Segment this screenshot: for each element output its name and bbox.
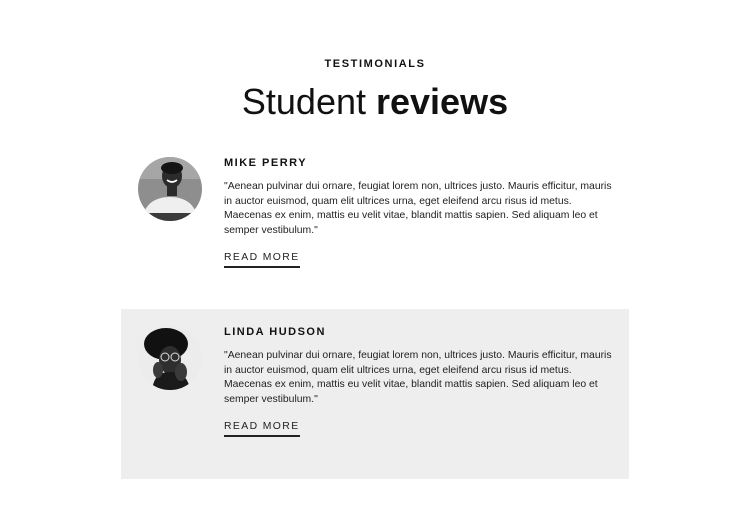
reviewer-name: MIKE PERRY — [224, 157, 308, 169]
read-more-link[interactable]: READ MORE — [224, 252, 300, 268]
read-more-link[interactable]: READ MORE — [224, 421, 300, 437]
avatar — [138, 157, 202, 221]
review-quote: "Aenean pulvinar dui ornare, feugiat lor… — [224, 350, 612, 405]
testimonials-section: TESTIMONIALS Student reviews MIKE PERRY … — [0, 0, 750, 529]
section-title-light: Student — [241, 81, 376, 122]
review-card-highlighted: LINDA HUDSON "Aenean pulvinar dui ornare… — [121, 309, 629, 479]
review-quote: "Aenean pulvinar dui ornare, feugiat lor… — [224, 181, 612, 236]
section-title: Student reviews — [0, 80, 750, 124]
person-photo-icon — [138, 157, 202, 221]
avatar — [138, 326, 202, 390]
review-card: MIKE PERRY "Aenean pulvinar dui ornare, … — [121, 140, 629, 310]
section-eyebrow: TESTIMONIALS — [324, 58, 426, 70]
reviewer-name: LINDA HUDSON — [224, 326, 326, 338]
section-title-bold: reviews — [376, 81, 509, 122]
person-photo-icon — [138, 326, 202, 390]
